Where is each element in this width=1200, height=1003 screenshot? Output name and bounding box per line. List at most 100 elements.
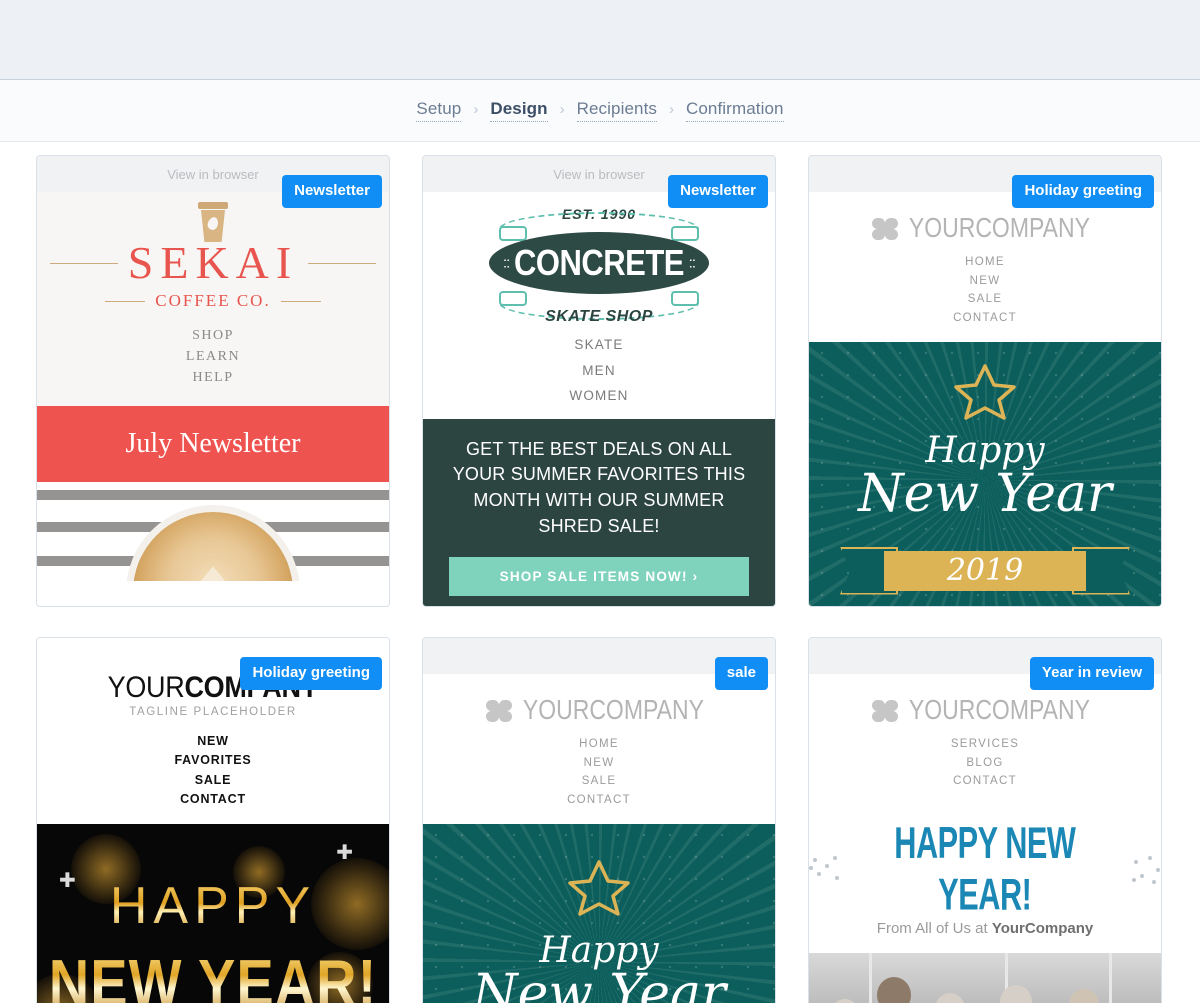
- sekai-header: SEKAI COFFEE CO. SHOP LEARN HELP: [37, 192, 389, 406]
- template-nav: SHOP LEARN HELP: [37, 325, 389, 388]
- yourcompany-logo: YOURCOMPANY: [809, 212, 1161, 244]
- subtitle-prefix: From All of Us at: [876, 919, 992, 937]
- promo-block: GET THE BEST DEALS ON ALL YOUR SUMMER FA…: [423, 418, 775, 606]
- template-card-concrete-newsletter[interactable]: Newsletter View in browser EST. 1990 :: …: [422, 155, 776, 607]
- nav-item: SERVICES: [950, 738, 1020, 750]
- sparkle-icon: ✚: [336, 841, 353, 864]
- flower-logo-icon: [486, 699, 513, 722]
- divider-right: [308, 262, 377, 264]
- logo-subtitle: SKATE SHOP: [545, 308, 653, 325]
- template-badge: Newsletter: [282, 175, 382, 208]
- hero-headline-row: HAPPY NEW YEAR!: [809, 818, 1161, 919]
- confetti-right-icon: [1130, 854, 1161, 884]
- sekai-brand-row: SEKAI: [37, 240, 389, 286]
- brand-name: SEKAI: [127, 237, 299, 288]
- brand-subtitle: COFFEE CO.: [155, 291, 271, 310]
- breadcrumb-step-recipients[interactable]: Recipients: [576, 99, 657, 122]
- brand-name: YOURCOMPANY: [908, 694, 1091, 726]
- template-badge: Holiday greeting: [240, 657, 382, 690]
- template-nav: SERVICES BLOG CONTACT: [809, 735, 1161, 791]
- template-card-sekai-newsletter[interactable]: Newsletter View in browser SEKAI COFFEE …: [36, 155, 390, 607]
- breadcrumb-step-confirmation[interactable]: Confirmation: [686, 99, 784, 122]
- gold-new-year-hero-image: ✚ ✚ HAPPY NEW YEAR!: [37, 823, 389, 1003]
- yourcompany-logo: YOURCOMPANY: [809, 694, 1161, 726]
- confetti-left-icon: [809, 854, 840, 884]
- brand-name: YOURCOMPANY: [522, 694, 705, 726]
- new-year-hero-image: Happy New Year 2019: [809, 341, 1161, 606]
- brand-name-light: YOUR: [107, 670, 185, 704]
- template-nav: HOME NEW SALE CONTACT: [809, 253, 1161, 328]
- logo-deck: :: CONCRETE ::: [489, 232, 709, 294]
- dots-left-icon: ::: [503, 254, 510, 272]
- hero-script-text: Happy New Year: [423, 932, 775, 1003]
- template-card-holiday-greeting-teal[interactable]: Holiday greeting YOURCOMPANY HOME NEW SA…: [808, 155, 1162, 607]
- template-badge: Holiday greeting: [1012, 175, 1154, 208]
- shop-sale-cta-button[interactable]: SHOP SALE ITEMS NOW! ›: [449, 557, 749, 597]
- star-icon: [568, 858, 630, 916]
- template-gallery-grid: Newsletter View in browser SEKAI COFFEE …: [0, 142, 1200, 1003]
- divider-left: [105, 300, 146, 302]
- nav-item: CONTACT: [567, 793, 631, 806]
- coffee-photo: [37, 482, 389, 581]
- subtitle-brand: YourCompany: [991, 919, 1094, 937]
- breadcrumb-step-setup[interactable]: Setup: [416, 99, 462, 122]
- template-nav: SKATE MEN WOMEN: [423, 332, 775, 409]
- template-badge: sale: [714, 657, 768, 690]
- nav-item: CONTACT: [180, 792, 246, 807]
- sekai-subbrand-row: COFFEE CO.: [37, 291, 389, 311]
- brand-tagline: TAGLINE PLACEHOLDER: [129, 706, 297, 718]
- nav-item: LEARN: [185, 349, 241, 364]
- breadcrumb: Setup › Design › Recipients › Confirmati…: [416, 99, 784, 122]
- nav-item: CONTACT: [953, 311, 1017, 324]
- hero-script-text: Happy New Year: [809, 432, 1161, 524]
- logo-name: CONCRETE: [514, 241, 684, 284]
- breadcrumb-step-design[interactable]: Design: [490, 99, 548, 122]
- yourcompany-header: YOURCOMPANY HOME NEW SALE CONTACT: [423, 674, 775, 824]
- chevron-right-icon: ›: [473, 101, 479, 118]
- hero-subtitle: From All of Us at YourCompany: [809, 920, 1161, 937]
- divider-right: [280, 300, 321, 302]
- top-chrome-bar: [0, 0, 1200, 80]
- yourcompany-logo: YOURCOMPANY: [423, 694, 775, 726]
- nav-item: CONTACT: [953, 775, 1017, 788]
- chevron-right-icon: ›: [669, 101, 674, 118]
- new-year-hero-image: Happy New Year: [423, 823, 775, 1003]
- nav-item: FAVORITES: [174, 753, 252, 768]
- nav-item: SALE: [581, 775, 617, 788]
- nav-item: HOME: [965, 256, 1005, 268]
- template-badge: Year in review: [1029, 657, 1154, 690]
- nav-item: SHOP: [192, 328, 234, 343]
- nav-item: BLOG: [966, 756, 1004, 769]
- promo-text: GET THE BEST DEALS ON ALL YOUR SUMMER FA…: [452, 438, 746, 536]
- template-card-year-in-review[interactable]: Year in review YOURCOMPANY SERVICES BLOG…: [808, 637, 1162, 1003]
- chevron-right-icon: ›: [559, 101, 565, 118]
- star-icon: [954, 362, 1016, 420]
- hero-line-1: HAPPY: [37, 876, 389, 936]
- nav-item: SALE: [194, 772, 232, 787]
- hero-headline: HAPPY NEW YEAR!: [894, 817, 1076, 919]
- nav-item: SKATE: [574, 337, 624, 352]
- template-nav: NEW FAVORITES SALE CONTACT: [37, 732, 389, 810]
- nav-item: NEW: [583, 756, 615, 769]
- nav-item: NEW: [197, 734, 229, 748]
- dots-right-icon: ::: [688, 254, 696, 272]
- banner-headline: July Newsletter: [37, 406, 389, 482]
- nav-item: HELP: [192, 370, 234, 385]
- template-card-holiday-greeting-gold[interactable]: Holiday greeting YOURCOMPANY TAGLINE PLA…: [36, 637, 390, 1003]
- team-photo: [809, 952, 1161, 1003]
- nav-item: WOMEN: [569, 388, 629, 404]
- hero-year: 2019: [946, 553, 1024, 588]
- flower-logo-icon: [872, 217, 899, 240]
- yourcompany-header: YOURCOMPANY HOME NEW SALE CONTACT: [809, 192, 1161, 342]
- template-badge: Newsletter: [668, 175, 768, 208]
- brand-name: YOURCOMPANY: [908, 212, 1091, 244]
- year-ribbon: 2019: [840, 546, 1130, 595]
- nav-item: HOME: [579, 738, 619, 750]
- hero-line-2: NEW YEAR!: [37, 944, 389, 1003]
- template-card-sale-teal[interactable]: sale YOURCOMPANY HOME NEW SALE CONTACT H…: [422, 637, 776, 1003]
- flower-logo-icon: [872, 699, 899, 722]
- hero-line-2: New Year: [858, 463, 1112, 524]
- nav-item: NEW: [969, 274, 1001, 287]
- yourcompany-header: YOURCOMPANY SERVICES BLOG CONTACT: [809, 674, 1161, 805]
- divider-left: [49, 262, 118, 264]
